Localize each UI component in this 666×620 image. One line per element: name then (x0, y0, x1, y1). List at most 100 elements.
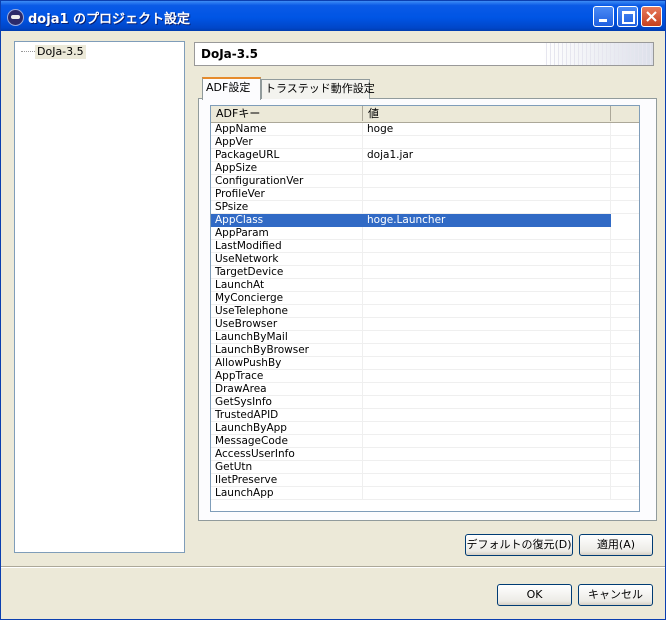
cell-value[interactable] (363, 474, 611, 486)
cell-value[interactable] (363, 331, 611, 343)
adf-table[interactable]: ADFキー 値 AppName hoge AppVer PackageURL doja1… (210, 105, 640, 512)
cell-adf-key: UseTelephone (211, 305, 363, 317)
table-row[interactable]: UseTelephone (211, 305, 639, 318)
cell-value[interactable]: hoge (363, 123, 611, 135)
cell-value[interactable] (363, 357, 611, 369)
cell-value[interactable] (363, 422, 611, 434)
cell-value[interactable] (363, 435, 611, 447)
separator (1, 566, 665, 568)
close-icon (646, 11, 657, 22)
table-header: ADFキー 値 (211, 106, 639, 123)
cell-value[interactable]: hoge.Launcher (363, 214, 611, 226)
cell-value[interactable] (363, 396, 611, 408)
cell-value[interactable] (363, 240, 611, 252)
column-header-adf-key[interactable]: ADFキー (211, 106, 363, 121)
table-row[interactable]: TrustedAPID (211, 409, 639, 422)
table-row[interactable]: LaunchByApp (211, 422, 639, 435)
table-row[interactable]: MyConcierge (211, 292, 639, 305)
column-header-filler (611, 106, 639, 121)
cell-value[interactable] (363, 279, 611, 291)
tab-trusted-settings[interactable]: トラステッド動作設定 (261, 79, 375, 99)
table-row[interactable]: IletPreserve (211, 474, 639, 487)
project-settings-window: doja1 のプロジェクト設定 DoJa-3.5 DoJa-3.5 ADF設定 … (0, 0, 666, 620)
table-row[interactable]: MessageCode (211, 435, 639, 448)
cell-adf-key: LaunchByApp (211, 422, 363, 434)
cell-adf-key: MessageCode (211, 435, 363, 447)
cell-value[interactable] (363, 318, 611, 330)
table-row[interactable]: ConfigurationVer (211, 175, 639, 188)
table-row[interactable]: LaunchAt (211, 279, 639, 292)
table-row[interactable]: LastModified (211, 240, 639, 253)
cell-adf-key: TargetDevice (211, 266, 363, 278)
table-row[interactable]: AppClass hoge.Launcher (211, 214, 611, 227)
cell-value[interactable] (363, 253, 611, 265)
restore-defaults-button[interactable]: デフォルトの復元(D) (465, 534, 573, 556)
cell-adf-key: GetUtn (211, 461, 363, 473)
cell-value[interactable] (363, 292, 611, 304)
header-decoration (543, 43, 653, 65)
cell-adf-key: UseNetwork (211, 253, 363, 265)
cell-value[interactable] (363, 188, 611, 200)
tree-item-label: DoJa-3.5 (35, 45, 86, 59)
cell-adf-key: AppVer (211, 136, 363, 148)
cell-adf-key: IletPreserve (211, 474, 363, 486)
table-row[interactable]: DrawArea (211, 383, 639, 396)
cell-value[interactable] (363, 266, 611, 278)
column-header-value[interactable]: 値 (363, 106, 611, 121)
table-row[interactable]: GetSysInfo (211, 396, 639, 409)
table-row[interactable]: AppVer (211, 136, 639, 149)
cell-adf-key: AppClass (211, 214, 363, 226)
cell-value[interactable] (363, 487, 611, 499)
table-row[interactable]: AppName hoge (211, 123, 639, 136)
cell-value[interactable] (363, 370, 611, 382)
cell-value[interactable] (363, 461, 611, 473)
table-row[interactable]: SPsize (211, 201, 639, 214)
ok-button[interactable]: OK (497, 584, 572, 606)
tree-connector (21, 51, 35, 52)
maximize-button[interactable] (617, 6, 638, 27)
cell-value[interactable]: doja1.jar (363, 149, 611, 161)
cell-value[interactable] (363, 175, 611, 187)
minimize-button[interactable] (593, 6, 614, 27)
property-tree[interactable]: DoJa-3.5 (14, 41, 185, 553)
tab-adf-settings[interactable]: ADF設定 (202, 77, 261, 100)
cell-value[interactable] (363, 162, 611, 174)
cell-adf-key: GetSysInfo (211, 396, 363, 408)
cell-adf-key: ProfileVer (211, 188, 363, 200)
cell-value[interactable] (363, 305, 611, 317)
cell-adf-key: AccessUserInfo (211, 448, 363, 460)
table-row[interactable]: LaunchApp (211, 487, 639, 500)
table-row[interactable]: AppSize (211, 162, 639, 175)
cell-adf-key: UseBrowser (211, 318, 363, 330)
table-row[interactable]: AccessUserInfo (211, 448, 639, 461)
title-bar[interactable]: doja1 のプロジェクト設定 (1, 1, 665, 31)
table-row[interactable]: LaunchByBrowser (211, 344, 639, 357)
cell-value[interactable] (363, 448, 611, 460)
cell-value[interactable] (363, 227, 611, 239)
table-row[interactable]: UseNetwork (211, 253, 639, 266)
table-row[interactable]: AppTrace (211, 370, 639, 383)
table-row[interactable]: ProfileVer (211, 188, 639, 201)
cell-value[interactable] (363, 344, 611, 356)
close-button[interactable] (641, 6, 662, 27)
cell-adf-key: MyConcierge (211, 292, 363, 304)
cell-adf-key: AppName (211, 123, 363, 135)
cell-value[interactable] (363, 383, 611, 395)
cell-adf-key: AllowPushBy (211, 357, 363, 369)
cancel-button[interactable]: キャンセル (578, 584, 653, 606)
table-row[interactable]: AllowPushBy (211, 357, 639, 370)
table-row[interactable]: AppParam (211, 227, 639, 240)
table-row[interactable]: TargetDevice (211, 266, 639, 279)
cell-adf-key: SPsize (211, 201, 363, 213)
cell-value[interactable] (363, 409, 611, 421)
cell-adf-key: PackageURL (211, 149, 363, 161)
table-row[interactable]: PackageURL doja1.jar (211, 149, 639, 162)
cell-adf-key: LaunchByBrowser (211, 344, 363, 356)
table-row[interactable]: LaunchByMail (211, 331, 639, 344)
cell-value[interactable] (363, 136, 611, 148)
cell-value[interactable] (363, 201, 611, 213)
apply-button[interactable]: 適用(A) (579, 534, 653, 556)
table-row[interactable]: GetUtn (211, 461, 639, 474)
cell-adf-key: LaunchByMail (211, 331, 363, 343)
table-row[interactable]: UseBrowser (211, 318, 639, 331)
